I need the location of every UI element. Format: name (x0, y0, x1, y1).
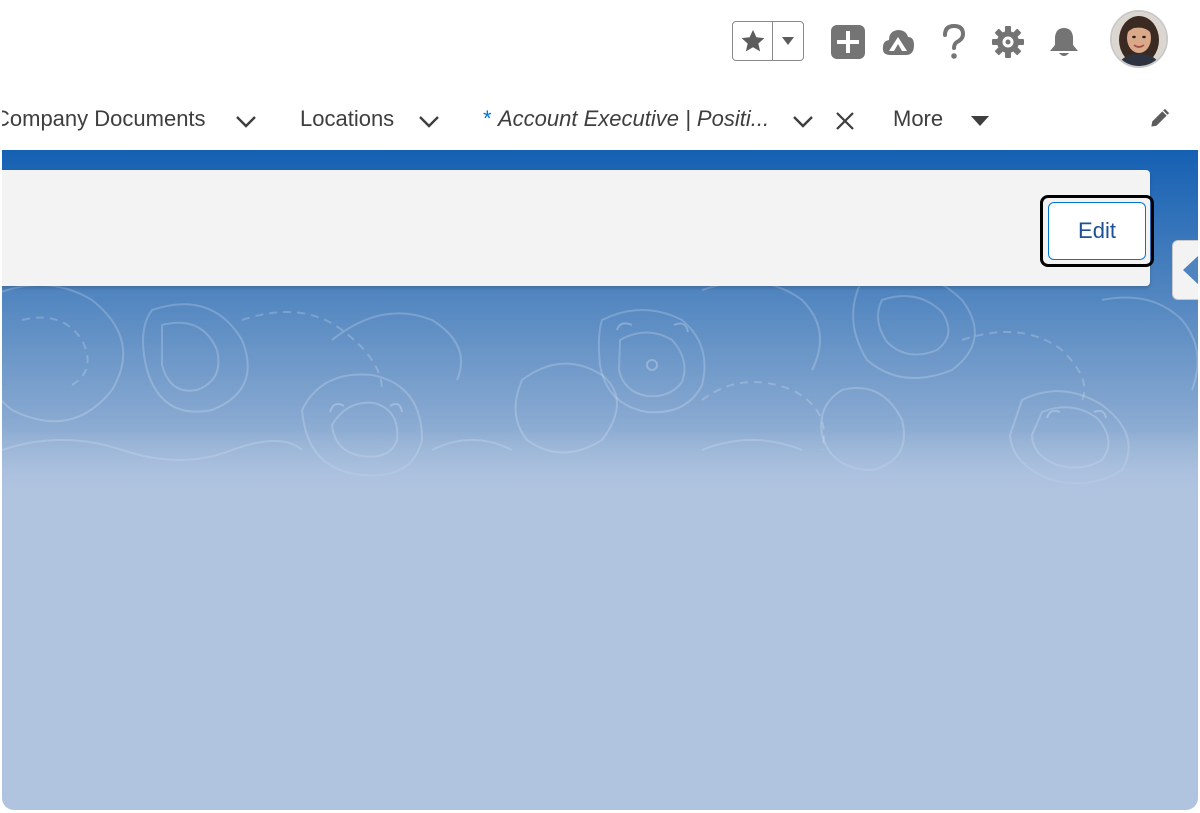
nav-item-locations[interactable]: Locations (300, 106, 394, 132)
close-icon[interactable] (832, 110, 858, 132)
unsaved-marker: * (483, 106, 492, 131)
caret-down-icon (782, 37, 794, 45)
trailhead-icon (882, 30, 914, 55)
star-icon (741, 29, 764, 52)
nav-item-account-executive[interactable]: Account Executive | Positi... (498, 106, 769, 132)
chevron-left-icon (1183, 255, 1198, 285)
app-window: Company Documents Locations * Account Ex… (2, 2, 1198, 810)
record-page-content: Edit (2, 150, 1198, 810)
highlights-panel (2, 170, 1150, 286)
avatar-image (1112, 12, 1166, 66)
question-icon (943, 23, 966, 59)
chevron-down-icon[interactable] (416, 110, 442, 132)
nav-item-company-documents[interactable]: Company Documents (2, 106, 206, 132)
caret-down-icon[interactable] (967, 110, 993, 132)
chevron-down-icon[interactable] (233, 110, 259, 132)
trailhead-button[interactable] (878, 22, 918, 62)
bell-icon (1050, 28, 1078, 56)
favorites-button[interactable] (733, 22, 773, 60)
gear-icon (992, 26, 1024, 58)
notifications-button[interactable] (1044, 22, 1084, 62)
plus-icon (831, 25, 865, 59)
background-fade (2, 430, 1198, 510)
nav-more-button[interactable]: More (893, 106, 943, 132)
sidebar-toggle[interactable] (1172, 240, 1198, 300)
global-header (2, 2, 1198, 82)
user-avatar[interactable] (1110, 10, 1168, 68)
favorites-list-button[interactable] (773, 22, 803, 60)
chevron-down-icon[interactable] (790, 110, 816, 132)
app-nav-bar: Company Documents Locations * Account Ex… (2, 82, 1198, 150)
setup-button[interactable] (988, 22, 1028, 62)
favorites-group (732, 21, 804, 61)
pencil-icon[interactable] (1146, 108, 1172, 130)
edit-button[interactable]: Edit (1048, 202, 1146, 260)
help-button[interactable] (934, 22, 974, 62)
global-actions-button[interactable] (828, 22, 868, 62)
